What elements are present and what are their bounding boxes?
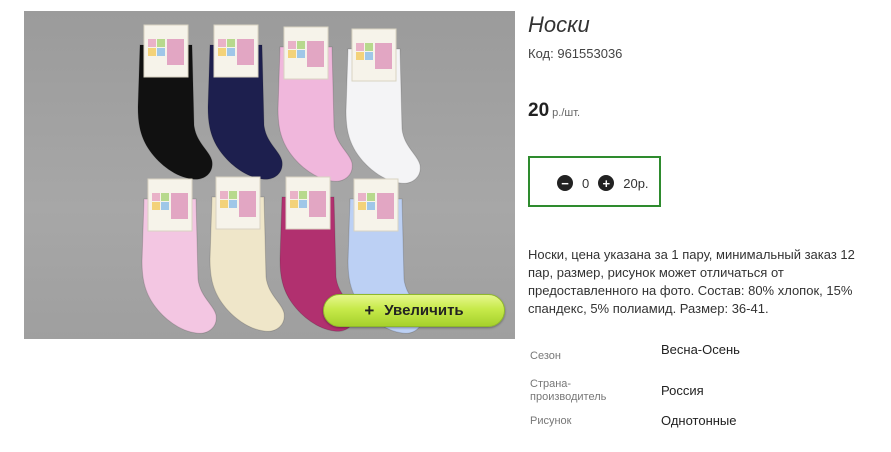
sock-item [141, 178, 217, 334]
attribute-value: Весна-Осень [661, 342, 740, 357]
sock-item [209, 176, 285, 332]
sock-item [345, 28, 421, 184]
product-photo[interactable]: + Увеличить [24, 11, 515, 339]
sock-item [277, 26, 353, 182]
price-unit: р./шт. [552, 107, 581, 119]
code-label: Код: [528, 46, 554, 61]
minus-circle-icon[interactable]: − [557, 175, 573, 191]
sock-item [137, 24, 213, 180]
quantity-selector: − 0 + 20р. [528, 156, 661, 207]
zoom-button[interactable]: + Увеличить [323, 294, 505, 327]
attribute-label: Рисунок [530, 415, 572, 427]
attribute-value: Однотонные [661, 413, 737, 428]
attribute-label: Страна-производитель [530, 378, 607, 403]
attribute-value: Россия [661, 383, 704, 398]
sock-item [207, 24, 283, 180]
quantity-total: 20р. [623, 175, 649, 191]
product-description: Носки, цена указана за 1 пару, минимальн… [528, 247, 855, 316]
product-code: Код: 961553036 [528, 46, 622, 61]
price-value: 20 [528, 100, 550, 121]
code-value: 961553036 [557, 46, 623, 61]
product-title: Носки [528, 12, 590, 37]
attribute-label: Сезон [530, 350, 561, 362]
zoom-button-label: Увеличить [384, 302, 464, 319]
product-price: 20 р./шт. [528, 100, 580, 122]
socks-illustration [137, 24, 423, 334]
zoom-plus-icon: + [364, 300, 375, 320]
plus-circle-icon[interactable]: + [598, 175, 615, 191]
quantity-value: 0 [582, 175, 590, 191]
